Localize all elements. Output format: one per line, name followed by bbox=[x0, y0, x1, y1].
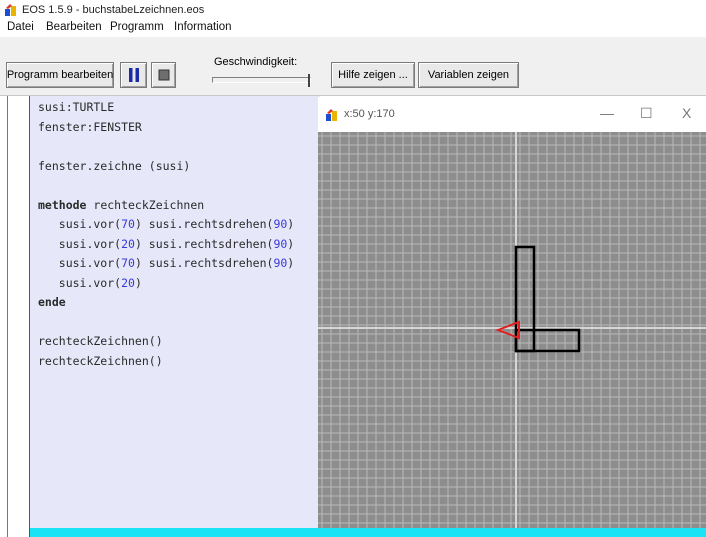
close-button[interactable]: X bbox=[682, 105, 691, 121]
code-line: rechteckZeichnen() bbox=[38, 353, 163, 368]
window-titlebar: EOS 1.5.9 - buchstabeLzeichnen.eos bbox=[0, 0, 706, 20]
toolbar: Programm bearbeiten Geschwindigkeit: Hil… bbox=[0, 37, 706, 96]
code-line: fenster.zeichne (susi) bbox=[38, 158, 191, 173]
code-line: susi.vor(70) susi.rechtsdrehen(90) bbox=[38, 217, 295, 231]
menu-bar: Datei Bearbeiten Programm Information bbox=[0, 19, 706, 37]
code-line: methode rechteckZeichnen bbox=[38, 197, 205, 212]
eos-app-icon bbox=[326, 109, 337, 121]
minimize-button[interactable]: — bbox=[600, 105, 614, 121]
turtle-canvas-drawing bbox=[318, 132, 706, 528]
status-strip bbox=[30, 528, 706, 537]
menu-information[interactable]: Information bbox=[174, 21, 232, 33]
speed-slider-thumb[interactable] bbox=[308, 74, 310, 87]
code-line: ende bbox=[38, 295, 66, 309]
code-line: rechteckZeichnen() bbox=[38, 334, 163, 348]
show-variables-button[interactable]: Variablen zeigen bbox=[418, 62, 519, 88]
menu-bearbeiten[interactable]: Bearbeiten bbox=[46, 21, 102, 33]
code-line: susi.vor(20) bbox=[38, 275, 142, 290]
code-editor[interactable]: susi:TURTLE fenster:FENSTER fenster.zeichn… bbox=[29, 96, 320, 537]
speed-slider-track[interactable] bbox=[212, 77, 311, 83]
stop-button[interactable] bbox=[151, 62, 176, 88]
edit-program-button[interactable]: Programm bearbeiten bbox=[6, 62, 114, 88]
turtle-window: x:50 y:170 — ☐ X bbox=[318, 97, 706, 528]
turtle-window-titlebar: x:50 y:170 — ☐ X bbox=[318, 97, 706, 132]
grid-lines bbox=[318, 132, 706, 528]
show-help-button[interactable]: Hilfe zeigen ... bbox=[331, 62, 415, 88]
eos-app-icon bbox=[5, 4, 16, 16]
code-line: susi.vor(70) susi.rechtsdrehen(90) bbox=[38, 256, 295, 270]
cursor-coordinates: x:50 y:170 bbox=[344, 108, 395, 120]
pause-icon bbox=[128, 68, 139, 82]
turtle-canvas[interactable] bbox=[318, 132, 706, 528]
code-line: fenster:FENSTER bbox=[38, 119, 142, 134]
menu-programm[interactable]: Programm bbox=[110, 21, 164, 33]
code-line: susi:TURTLE bbox=[38, 100, 115, 114]
speed-label: Geschwindigkeit: bbox=[214, 56, 298, 68]
window-title: EOS 1.5.9 - buchstabeLzeichnen.eos bbox=[22, 4, 205, 16]
maximize-button[interactable]: ☐ bbox=[640, 105, 653, 122]
pause-button[interactable] bbox=[120, 62, 147, 88]
code-line: susi.vor(20) susi.rechtsdrehen(90) bbox=[38, 236, 295, 251]
menu-datei[interactable]: Datei bbox=[7, 21, 34, 33]
stop-icon bbox=[158, 69, 169, 81]
